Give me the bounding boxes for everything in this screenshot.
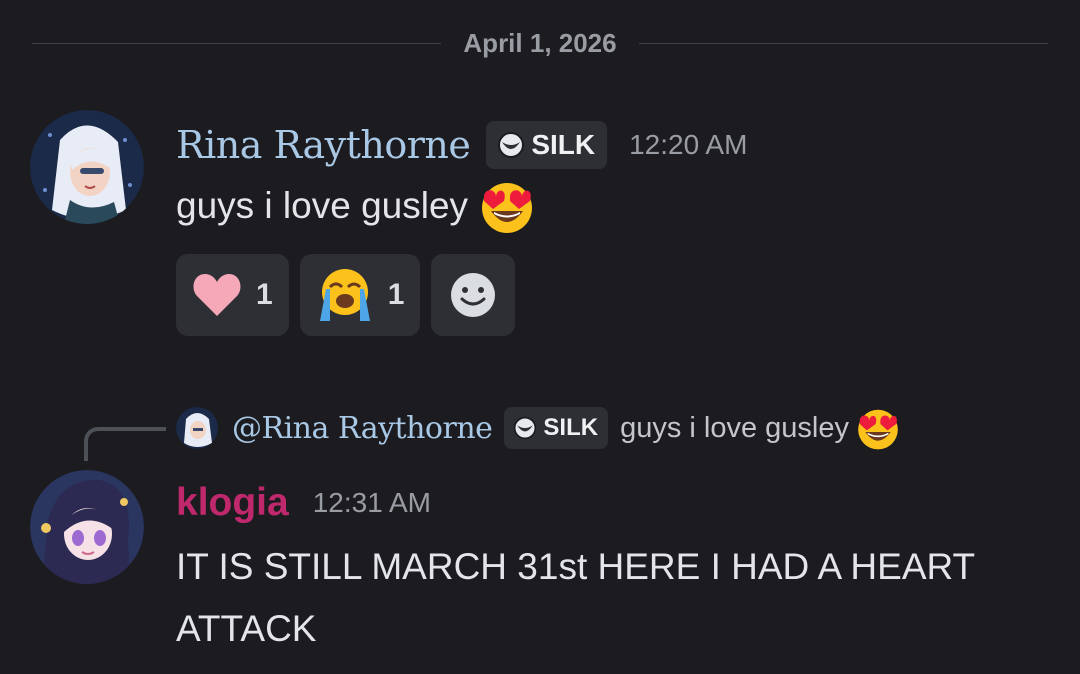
silk-tag-icon <box>514 416 537 440</box>
divider-line-left <box>32 42 442 44</box>
date-label: April 1, 2026 <box>463 27 617 58</box>
message-content: guys i love gusley <box>176 178 536 234</box>
heart-eyes-emoji <box>482 183 533 233</box>
silk-tag-icon <box>498 132 525 158</box>
guild-tag[interactable]: SILK <box>486 121 608 169</box>
avatar-rina-raythorne[interactable] <box>30 110 144 224</box>
timestamp[interactable]: 12:31 AM <box>313 487 431 519</box>
reaction-heart[interactable]: 1 <box>176 254 289 336</box>
username[interactable]: klogia <box>176 481 289 525</box>
avatar-klogia[interactable] <box>30 470 144 584</box>
loudly-crying-emoji <box>319 269 370 321</box>
reply-connector <box>84 427 166 461</box>
message-content: IT IS STILL MARCH 31st HERE I HAD A HEAR… <box>176 536 975 660</box>
add-reaction-icon <box>451 273 496 317</box>
reactions-bar: 1 1 <box>176 254 516 336</box>
reaction-loudly-crying[interactable]: 1 <box>299 254 421 336</box>
message-text: guys i love gusley <box>176 185 469 226</box>
message-text-line-1: IT IS STILL MARCH 31st HERE I HAD A HEAR… <box>176 546 976 587</box>
reply-guild-tag[interactable]: SILK <box>504 407 609 449</box>
heart-emoji <box>193 274 241 316</box>
heart-eyes-emoji <box>858 409 898 450</box>
reaction-count: 1 <box>256 278 273 311</box>
timestamp[interactable]: 12:20 AM <box>629 129 747 161</box>
message-header: klogia 12:31 AM <box>176 478 431 528</box>
message-text-line-2: ATTACK <box>176 608 317 649</box>
guild-tag-label: SILK <box>543 414 599 441</box>
reply-mention[interactable]: @Rina Raythorne <box>232 411 493 446</box>
reaction-count: 1 <box>387 278 405 311</box>
guild-tag-label: SILK <box>531 129 596 160</box>
reply-preview[interactable]: @Rina Raythorne SILK guys i love gusley <box>176 404 901 452</box>
message-header: Rina Raythorne SILK 12:20 AM <box>176 120 747 170</box>
date-divider: April 1, 2026 <box>32 24 1049 62</box>
username[interactable]: Rina Raythorne <box>176 123 471 167</box>
reply-avatar <box>176 407 218 449</box>
add-reaction-button[interactable] <box>431 254 516 336</box>
reply-text: guys i love gusley <box>620 411 849 444</box>
divider-line-right <box>638 42 1049 44</box>
